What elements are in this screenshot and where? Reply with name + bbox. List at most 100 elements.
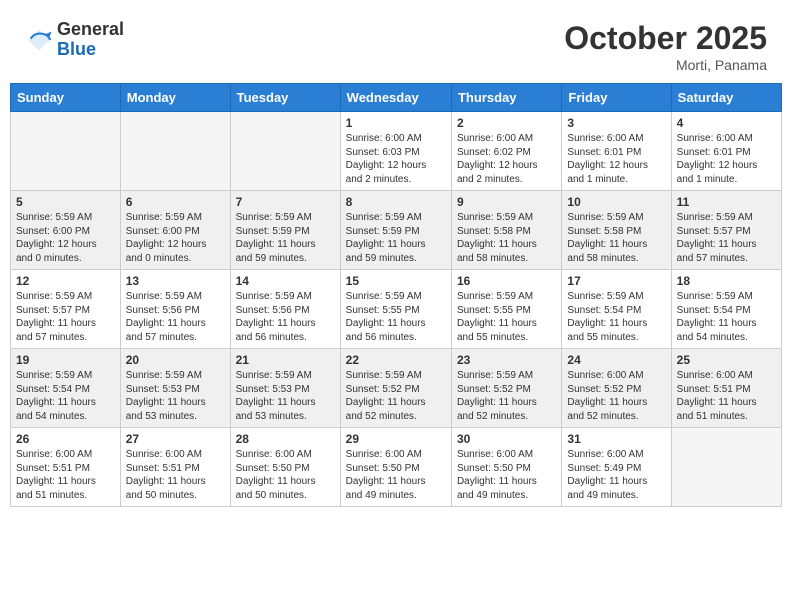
calendar-day-cell — [11, 112, 121, 191]
day-number: 17 — [567, 274, 665, 288]
day-number: 7 — [236, 195, 335, 209]
calendar-day-cell: 25Sunrise: 6:00 AM Sunset: 5:51 PM Dayli… — [671, 349, 781, 428]
calendar-day-cell: 3 Sunrise: 6:00 AM Sunset: 6:01 PM Daylig… — [562, 112, 671, 191]
calendar-day-cell: 26Sunrise: 6:00 AM Sunset: 5:51 PM Dayli… — [11, 428, 121, 507]
day-number: 21 — [236, 353, 335, 367]
day-info: Sunrise: 5:59 AM Sunset: 5:55 PM Dayligh… — [457, 290, 556, 344]
calendar-week-row: 12 Sunrise: 5:59 AM Sunset: 5:57 PM Dayli… — [11, 270, 782, 349]
calendar-week-row: 19Sunrise: 5:59 AM Sunset: 5:54 PM Dayli… — [11, 349, 782, 428]
day-info: Sunrise: 5:59 AM Sunset: 6:00 PM Dayligh… — [16, 211, 115, 265]
day-info: Sunrise: 5:59 AM Sunset: 5:58 PM Dayligh… — [457, 211, 556, 265]
day-number: 19 — [16, 353, 115, 367]
weekday-header: Wednesday — [340, 84, 451, 112]
day-number: 12 — [16, 274, 115, 288]
weekday-header: Tuesday — [230, 84, 340, 112]
day-number: 1 — [346, 116, 446, 130]
day-info: Sunrise: 6:00 AM Sunset: 6:01 PM Dayligh… — [677, 132, 776, 186]
day-number: 29 — [346, 432, 446, 446]
calendar-day-cell: 17 Sunrise: 5:59 AM Sunset: 5:54 PM Dayli… — [562, 270, 671, 349]
calendar-day-cell: 4 Sunrise: 6:00 AM Sunset: 6:01 PM Daylig… — [671, 112, 781, 191]
day-info: Sunrise: 5:59 AM Sunset: 5:59 PM Dayligh… — [346, 211, 446, 265]
calendar-day-cell: 14 Sunrise: 5:59 AM Sunset: 5:56 PM Dayli… — [230, 270, 340, 349]
logo-blue-text: Blue — [57, 39, 96, 59]
calendar-day-cell — [671, 428, 781, 507]
day-number: 5 — [16, 195, 115, 209]
weekday-header: Sunday — [11, 84, 121, 112]
day-number: 25 — [677, 353, 776, 367]
calendar-day-cell: 23 Sunrise: 5:59 AM Sunset: 5:52 PM Dayli… — [451, 349, 561, 428]
logo-icon — [25, 26, 53, 54]
calendar-day-cell: 12 Sunrise: 5:59 AM Sunset: 5:57 PM Dayli… — [11, 270, 121, 349]
calendar-day-cell: 6 Sunrise: 5:59 AM Sunset: 6:00 PM Daylig… — [120, 191, 230, 270]
day-number: 15 — [346, 274, 446, 288]
day-number: 14 — [236, 274, 335, 288]
day-number: 18 — [677, 274, 776, 288]
day-info: Sunrise: 5:59 AM Sunset: 5:56 PM Dayligh… — [236, 290, 335, 344]
day-number: 3 — [567, 116, 665, 130]
day-info: Sunrise: 5:59 AM Sunset: 5:54 PM Dayligh… — [567, 290, 665, 344]
day-info: Sunrise: 5:59 AM Sunset: 5:59 PM Dayligh… — [236, 211, 335, 265]
day-info: Sunrise: 6:00 AM Sunset: 5:52 PM Dayligh… — [567, 369, 665, 423]
month-title: October 2025 — [564, 20, 767, 57]
title-block: October 2025 Morti, Panama — [564, 20, 767, 73]
day-info: Sunrise: 5:59 AM Sunset: 5:52 PM Dayligh… — [457, 369, 556, 423]
day-number: 27 — [126, 432, 225, 446]
calendar-day-cell — [120, 112, 230, 191]
page-header: General Blue October 2025 Morti, Panama — [10, 10, 782, 78]
calendar-day-cell: 18 Sunrise: 5:59 AM Sunset: 5:54 PM Dayli… — [671, 270, 781, 349]
weekday-header: Friday — [562, 84, 671, 112]
day-info: Sunrise: 5:59 AM Sunset: 5:56 PM Dayligh… — [126, 290, 225, 344]
calendar-day-cell: 27 Sunrise: 6:00 AM Sunset: 5:51 PM Dayli… — [120, 428, 230, 507]
calendar-day-cell: 13 Sunrise: 5:59 AM Sunset: 5:56 PM Dayli… — [120, 270, 230, 349]
day-info: Sunrise: 6:00 AM Sunset: 5:50 PM Dayligh… — [346, 448, 446, 502]
calendar-day-cell: 24 Sunrise: 6:00 AM Sunset: 5:52 PM Dayli… — [562, 349, 671, 428]
day-info: Sunrise: 6:00 AM Sunset: 5:51 PM Dayligh… — [126, 448, 225, 502]
calendar-table: SundayMondayTuesdayWednesdayThursdayFrid… — [10, 83, 782, 507]
day-number: 22 — [346, 353, 446, 367]
calendar-day-cell: 10Sunrise: 5:59 AM Sunset: 5:58 PM Dayli… — [562, 191, 671, 270]
day-info: Sunrise: 6:00 AM Sunset: 6:02 PM Dayligh… — [457, 132, 556, 186]
day-info: Sunrise: 5:59 AM Sunset: 5:52 PM Dayligh… — [346, 369, 446, 423]
day-number: 8 — [346, 195, 446, 209]
day-number: 26 — [16, 432, 115, 446]
calendar-day-cell: 16 Sunrise: 5:59 AM Sunset: 5:55 PM Dayli… — [451, 270, 561, 349]
calendar-week-row: 1 Sunrise: 6:00 AM Sunset: 6:03 PM Daylig… — [11, 112, 782, 191]
day-info: Sunrise: 5:59 AM Sunset: 5:58 PM Dayligh… — [567, 211, 665, 265]
day-number: 16 — [457, 274, 556, 288]
day-number: 23 — [457, 353, 556, 367]
calendar-day-cell: 8 Sunrise: 5:59 AM Sunset: 5:59 PM Daylig… — [340, 191, 451, 270]
day-number: 13 — [126, 274, 225, 288]
day-info: Sunrise: 5:59 AM Sunset: 6:00 PM Dayligh… — [126, 211, 225, 265]
day-info: Sunrise: 5:59 AM Sunset: 5:53 PM Dayligh… — [126, 369, 225, 423]
weekday-header: Thursday — [451, 84, 561, 112]
day-info: Sunrise: 5:59 AM Sunset: 5:57 PM Dayligh… — [677, 211, 776, 265]
day-info: Sunrise: 6:00 AM Sunset: 5:50 PM Dayligh… — [457, 448, 556, 502]
day-number: 28 — [236, 432, 335, 446]
day-number: 11 — [677, 195, 776, 209]
day-info: Sunrise: 5:59 AM Sunset: 5:54 PM Dayligh… — [677, 290, 776, 344]
calendar-day-cell — [230, 112, 340, 191]
calendar-day-cell: 29 Sunrise: 6:00 AM Sunset: 5:50 PM Dayli… — [340, 428, 451, 507]
day-info: Sunrise: 6:00 AM Sunset: 6:01 PM Dayligh… — [567, 132, 665, 186]
day-info: Sunrise: 5:59 AM Sunset: 5:53 PM Dayligh… — [236, 369, 335, 423]
weekday-header: Saturday — [671, 84, 781, 112]
day-info: Sunrise: 5:59 AM Sunset: 5:55 PM Dayligh… — [346, 290, 446, 344]
logo: General Blue — [25, 20, 124, 60]
calendar-day-cell: 28Sunrise: 6:00 AM Sunset: 5:50 PM Dayli… — [230, 428, 340, 507]
calendar-day-cell: 11 Sunrise: 5:59 AM Sunset: 5:57 PM Dayli… — [671, 191, 781, 270]
calendar-day-cell: 19Sunrise: 5:59 AM Sunset: 5:54 PM Dayli… — [11, 349, 121, 428]
day-info: Sunrise: 5:59 AM Sunset: 5:57 PM Dayligh… — [16, 290, 115, 344]
day-number: 4 — [677, 116, 776, 130]
day-info: Sunrise: 6:00 AM Sunset: 5:49 PM Dayligh… — [567, 448, 665, 502]
day-number: 24 — [567, 353, 665, 367]
location-subtitle: Morti, Panama — [564, 57, 767, 73]
calendar-day-cell: 2 Sunrise: 6:00 AM Sunset: 6:02 PM Daylig… — [451, 112, 561, 191]
calendar-day-cell: 15 Sunrise: 5:59 AM Sunset: 5:55 PM Dayli… — [340, 270, 451, 349]
day-info: Sunrise: 6:00 AM Sunset: 6:03 PM Dayligh… — [346, 132, 446, 186]
logo-general-text: General — [57, 19, 124, 39]
weekday-header-row: SundayMondayTuesdayWednesdayThursdayFrid… — [11, 84, 782, 112]
day-number: 6 — [126, 195, 225, 209]
day-number: 2 — [457, 116, 556, 130]
calendar-day-cell: 22 Sunrise: 5:59 AM Sunset: 5:52 PM Dayli… — [340, 349, 451, 428]
weekday-header: Monday — [120, 84, 230, 112]
